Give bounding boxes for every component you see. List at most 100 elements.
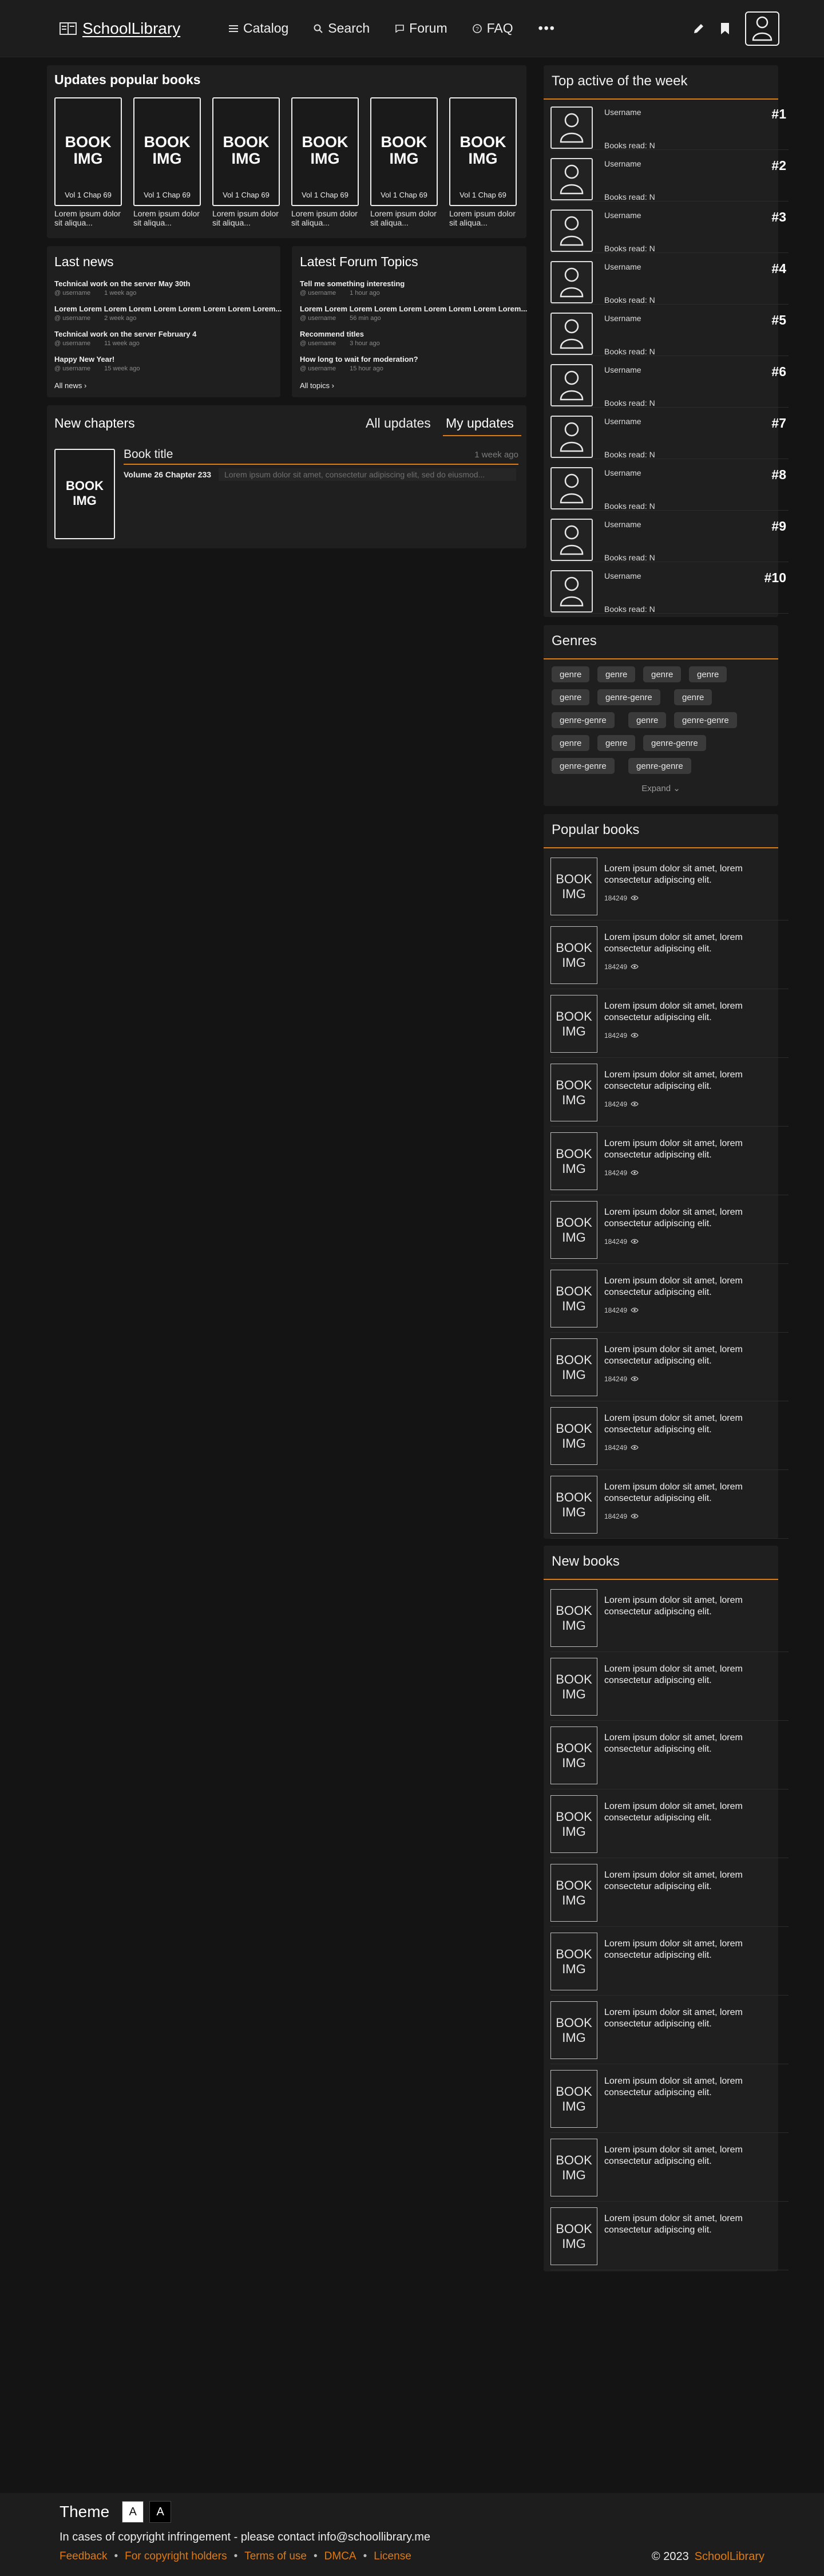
book-row[interactable]: BOOK IMG Lorem ipsum dolor sit amet, lore… <box>550 1058 789 1127</box>
book-row[interactable]: BOOK IMG Lorem ipsum dolor sit amet, lore… <box>550 1996 789 2064</box>
topic-item[interactable]: Recommend titles @ username 3 hour ago <box>300 330 380 347</box>
footer-link-license[interactable]: License <box>374 2550 411 2563</box>
book-row[interactable]: BOOK IMG Lorem ipsum dolor sit amet, lore… <box>550 1470 789 1539</box>
all-news-link[interactable]: All news › <box>54 381 86 390</box>
book-row[interactable]: BOOK IMG Lorem ipsum dolor sit amet, lore… <box>550 1789 789 1858</box>
theme-dark-button[interactable]: A <box>149 2501 172 2523</box>
book-row[interactable]: BOOK IMG Lorem ipsum dolor sit amet, lore… <box>550 2064 789 2133</box>
books-read: Books read: N <box>604 398 655 408</box>
topic-item[interactable]: Tell me something interesting @ username… <box>300 279 405 297</box>
nav-faq[interactable]: ? FAQ <box>472 21 513 36</box>
nav-search[interactable]: Search <box>314 21 370 36</box>
genre-chip[interactable]: genre-genre <box>674 712 737 728</box>
book-row[interactable]: BOOK IMG Lorem ipsum dolor sit amet, lore… <box>550 1333 789 1401</box>
topic-item[interactable]: How long to wait for moderation? @ usern… <box>300 355 418 372</box>
book-card[interactable]: BOOK IMG Vol 1 Chap 69 Lorem ipsum dolor … <box>133 97 201 227</box>
book-row[interactable]: BOOK IMG Lorem ipsum dolor sit amet, lore… <box>550 852 789 920</box>
top-user-row[interactable]: Username Books read: N #3 <box>550 206 789 253</box>
all-topics-link[interactable]: All topics › <box>300 381 334 390</box>
news-item[interactable]: Lorem Lorem Lorem Lorem Lorem Lorem Lore… <box>54 305 282 322</box>
genre-chip[interactable]: genre <box>552 666 590 682</box>
book-card[interactable]: BOOK IMG Vol 1 Chap 69 Lorem ipsum dolor … <box>449 97 517 227</box>
footer-link-terms[interactable]: Terms of use <box>244 2550 307 2563</box>
theme-light-button[interactable]: A <box>122 2501 144 2523</box>
news-item[interactable]: Technical work on the server February 4 … <box>54 330 196 347</box>
book-row[interactable]: BOOK IMG Lorem ipsum dolor sit amet, lore… <box>550 2202 789 2270</box>
nav-catalog[interactable]: Catalog <box>229 21 288 36</box>
genres-panel: Genres genre genre genre genre genre genre-ge… <box>544 625 778 806</box>
top-user-row[interactable]: Username Books read: N #2 <box>550 155 789 202</box>
site-logo[interactable]: SchoolLibrary <box>60 19 180 38</box>
library-logo-icon <box>60 22 77 35</box>
book-row[interactable]: BOOK IMG Lorem ipsum dolor sit amet, lore… <box>550 1927 789 1996</box>
book-cover: BOOK IMG <box>550 2207 597 2265</box>
genre-chip[interactable]: genre <box>689 666 727 682</box>
top-user-row[interactable]: Username Books read: N #6 <box>550 361 789 408</box>
footer-link-copyright-holders[interactable]: For copyright holders <box>125 2550 227 2563</box>
user-name: Username <box>604 571 641 580</box>
book-cover: BOOK IMG <box>550 2139 597 2196</box>
bookmark-icon[interactable] <box>720 22 730 35</box>
top-active-underline <box>544 98 778 100</box>
book-row[interactable]: BOOK IMG Lorem ipsum dolor sit amet, lore… <box>550 1127 789 1195</box>
topic-item[interactable]: Lorem Lorem Lorem Lorem Lorem Lorem Lore… <box>300 305 527 322</box>
footer-link-dmca[interactable]: DMCA <box>324 2550 356 2563</box>
top-user-row[interactable]: Username Books read: N #1 <box>550 103 789 150</box>
book-row[interactable]: BOOK IMG Lorem ipsum dolor sit amet, lore… <box>550 1858 789 1927</box>
news-item[interactable]: Technical work on the server May 30th @ … <box>54 279 190 297</box>
top-user-row[interactable]: Username Books read: N #10 <box>550 567 789 614</box>
book-card[interactable]: BOOK IMG Vol 1 Chap 69 Lorem ipsum dolor … <box>370 97 438 227</box>
book-card[interactable]: BOOK IMG Vol 1 Chap 69 Lorem ipsum dolor … <box>212 97 280 227</box>
new-books-panel: New books BOOK IMG Lorem ipsum dolor sit … <box>544 1546 789 2271</box>
genre-chip[interactable]: genre <box>597 666 636 682</box>
genre-chip[interactable]: genre <box>597 735 636 751</box>
footer-link-feedback[interactable]: Feedback <box>60 2550 107 2563</box>
chapter-book-title[interactable]: Book title <box>124 448 173 461</box>
book-card[interactable]: BOOK IMG Vol 1 Chap 69 Lorem ipsum dolor … <box>54 97 122 227</box>
menu-icon <box>229 25 238 32</box>
genre-chip[interactable]: genre <box>643 666 682 682</box>
book-card[interactable]: BOOK IMG Vol 1 Chap 69 Lorem ipsum dolor … <box>291 97 359 227</box>
book-row[interactable]: BOOK IMG Lorem ipsum dolor sit amet, lore… <box>550 989 789 1058</box>
top-user-row[interactable]: Username Books read: N #5 <box>550 309 789 356</box>
news-item[interactable]: Happy New Year! @ username 15 week ago <box>54 355 140 372</box>
footer-brand[interactable]: SchoolLibrary <box>695 2550 764 2563</box>
genre-chip[interactable]: genre <box>552 689 590 705</box>
user-name: Username <box>604 468 641 477</box>
genre-chip[interactable]: genre-genre <box>643 735 706 751</box>
genre-chip[interactable]: genre <box>552 735 590 751</box>
user-avatar-button[interactable] <box>745 11 779 46</box>
theme-label: Theme <box>60 2503 110 2520</box>
tab-all-updates[interactable]: All updates <box>366 416 431 431</box>
news-item-time: 1 week ago <box>104 290 137 297</box>
user-avatar <box>550 261 593 303</box>
book-row[interactable]: BOOK IMG Lorem ipsum dolor sit amet, lore… <box>550 1401 789 1470</box>
genre-chip[interactable]: genre <box>674 689 712 705</box>
book-row[interactable]: BOOK IMG Lorem ipsum dolor sit amet, lore… <box>550 1652 789 1721</box>
book-row[interactable]: BOOK IMG Lorem ipsum dolor sit amet, lore… <box>550 2133 789 2202</box>
book-row[interactable]: BOOK IMG Lorem ipsum dolor sit amet, lore… <box>550 1264 789 1333</box>
genre-chip[interactable]: genre-genre <box>628 758 691 774</box>
genre-chip[interactable]: genre-genre <box>552 758 615 774</box>
chat-icon <box>395 24 404 33</box>
book-row[interactable]: BOOK IMG Lorem ipsum dolor sit amet, lore… <box>550 920 789 989</box>
book-row[interactable]: BOOK IMG Lorem ipsum dolor sit amet, lore… <box>550 1721 789 1789</box>
top-user-row[interactable]: Username Books read: N #8 <box>550 464 789 511</box>
eye-icon <box>631 1306 639 1314</box>
book-row[interactable]: BOOK IMG Lorem ipsum dolor sit amet, lore… <box>550 1195 789 1264</box>
nav-forum[interactable]: Forum <box>395 21 447 36</box>
top-user-row[interactable]: Username Books read: N #9 <box>550 515 789 562</box>
genres-expand-button[interactable]: Expand ⌄ <box>544 783 778 793</box>
genre-chip[interactable]: genre-genre <box>552 712 615 728</box>
book-row[interactable]: BOOK IMG Lorem ipsum dolor sit amet, lore… <box>550 1583 789 1652</box>
top-user-row[interactable]: Username Books read: N #7 <box>550 412 789 459</box>
chapter-book-cover[interactable]: BOOK IMG <box>54 449 115 539</box>
top-user-row[interactable]: Username Books read: N #4 <box>550 258 789 305</box>
genre-chip[interactable]: genre <box>628 712 667 728</box>
more-menu-button[interactable]: ••• <box>538 21 556 36</box>
user-icon <box>560 216 584 246</box>
genre-chip[interactable]: genre-genre <box>597 689 660 705</box>
pencil-icon[interactable] <box>692 22 705 35</box>
chapter-volume[interactable]: Volume 26 Chapter 233 <box>124 470 211 479</box>
tab-my-updates[interactable]: My updates <box>446 416 514 431</box>
